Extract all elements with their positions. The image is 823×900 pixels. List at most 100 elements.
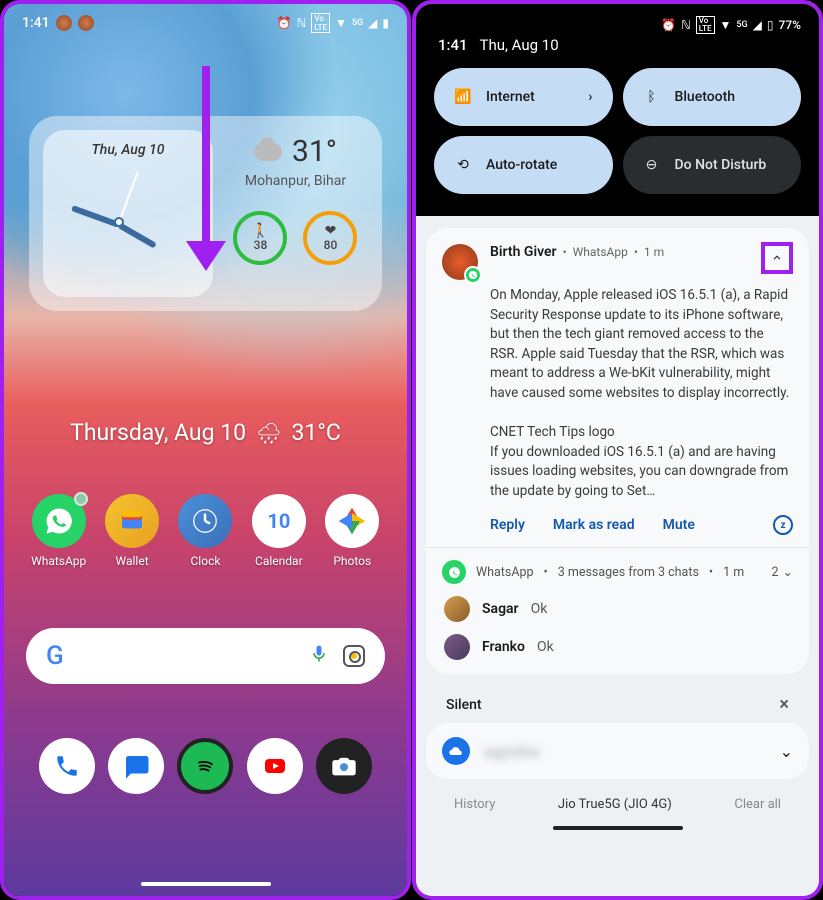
qs-label: Auto-rotate	[486, 157, 557, 173]
dock-youtube[interactable]	[247, 738, 303, 794]
convo-name: Franko	[482, 639, 525, 655]
chevron-down-icon[interactable]: ⌄	[780, 742, 793, 761]
weather-panel[interactable]: 31° Mohanpur, Bihar 🚶 38 ❤ 80	[223, 130, 368, 297]
phone-home-screen: 1:41 ⏰ ℕ VoLTE ▼ 5G ◢ ▮ Thu, Aug 10	[0, 0, 411, 900]
qs-autorotate[interactable]: ⟲ Auto-rotate	[434, 136, 613, 194]
signal-5g-icon: 5G	[736, 20, 747, 30]
group-app: WhatsApp	[476, 565, 534, 580]
qs-dnd[interactable]: ⊖ Do Not Disturb	[623, 136, 802, 194]
swipe-down-arrow-annotation	[196, 66, 216, 271]
app-clock[interactable]: Clock	[172, 494, 238, 568]
app-row: WhatsApp Wallet Clock 10 Calendar	[4, 446, 407, 568]
conversation-item[interactable]: Franko Ok	[444, 634, 793, 660]
dnd-icon: ⊖	[643, 156, 661, 174]
home-wallpaper: 1:41 ⏰ ℕ VoLTE ▼ 5G ◢ ▮ Thu, Aug 10	[4, 4, 407, 896]
notifications-area[interactable]: Birth Giver • WhatsApp • 1 m On Monday, …	[416, 216, 819, 896]
wallet-icon	[105, 494, 159, 548]
snooze-icon[interactable]: z	[773, 515, 793, 535]
silent-notification[interactable]: agyieba ⌄	[426, 723, 809, 779]
whatsapp-icon	[32, 494, 86, 548]
app-whatsapp[interactable]: WhatsApp	[26, 494, 92, 568]
app-label: Clock	[191, 554, 221, 568]
battery-icon: ▯	[767, 18, 774, 32]
location-label: Mohanpur, Bihar	[231, 173, 360, 189]
nfc-icon: ℕ	[297, 16, 307, 30]
heart-ring[interactable]: ❤ 80	[303, 211, 357, 265]
avatar	[444, 634, 470, 660]
notif-body: On Monday, Apple released iOS 16.5.1 (a)…	[490, 286, 793, 501]
bluetooth-icon: ᛒ	[643, 88, 661, 106]
history-button[interactable]: History	[454, 797, 495, 812]
whatsapp-badge-icon	[464, 266, 482, 284]
app-calendar[interactable]: 10 Calendar	[246, 494, 312, 568]
silent-label: Silent	[446, 697, 482, 713]
nfc-icon: ℕ	[681, 18, 691, 32]
heart-points: 80	[324, 238, 338, 252]
dock-messages[interactable]	[108, 738, 164, 794]
wifi-icon: ▼	[335, 16, 347, 30]
battery-icon: ▮	[382, 16, 389, 30]
quick-settings: 📶 Internet › ᛒ Bluetooth ⟲ Auto-rotate ⊖…	[416, 68, 819, 216]
collapse-button[interactable]	[761, 242, 793, 274]
analog-clock[interactable]: Thu, Aug 10	[43, 130, 213, 297]
battery-percent: 77%	[779, 18, 801, 32]
rain-icon: 🌧	[256, 421, 281, 445]
steps-ring[interactable]: 🚶 38	[233, 211, 287, 265]
at-a-glance[interactable]: Thursday, Aug 10 🌧 31°C	[4, 419, 407, 446]
notif-group-header[interactable]: WhatsApp • 3 messages from 3 chats • 1 m…	[442, 560, 793, 584]
app-wallet[interactable]: Wallet	[99, 494, 165, 568]
walk-icon: 🚶	[252, 224, 269, 238]
signal-5g-icon: 5G	[352, 18, 363, 28]
app-label: Photos	[333, 554, 371, 568]
dock-camera[interactable]	[316, 738, 372, 794]
carrier-label: Jio True5G (JIO 4G)	[558, 797, 672, 812]
wifi-icon: 📶	[454, 88, 472, 106]
calendar-icon: 10	[252, 494, 306, 548]
mute-button[interactable]: Mute	[663, 517, 695, 533]
reply-button[interactable]: Reply	[490, 517, 525, 533]
cloud-icon	[254, 143, 282, 161]
widget-date: Thu, Aug 10	[57, 142, 199, 158]
mic-icon[interactable]	[309, 644, 329, 668]
temperature: 31°	[292, 134, 337, 169]
app-label: Wallet	[116, 554, 149, 568]
glance-date: Thursday, Aug 10	[70, 419, 246, 446]
volte-icon: VoLTE	[311, 13, 330, 33]
chevron-down-icon[interactable]: ⌄	[783, 564, 793, 580]
qs-label: Bluetooth	[675, 89, 736, 105]
google-logo-icon: G	[46, 641, 64, 671]
chevron-up-icon	[770, 251, 784, 265]
clear-all-button[interactable]: Clear all	[734, 797, 781, 812]
notif-dot-icon	[74, 492, 88, 506]
close-icon[interactable]: ×	[779, 694, 789, 715]
qs-bluetooth[interactable]: ᛒ Bluetooth	[623, 68, 802, 126]
dock-phone[interactable]	[39, 738, 95, 794]
notif-actions: Reply Mark as read Mute z	[490, 515, 793, 535]
nav-handle[interactable]	[553, 826, 683, 830]
notif-badge-icon	[78, 15, 94, 31]
qs-internet[interactable]: 📶 Internet ›	[434, 68, 613, 126]
shade-header: 1:41 Thu, Aug 10	[416, 36, 819, 68]
group-time: 1 m	[723, 565, 744, 580]
avatar	[444, 596, 470, 622]
conversation-item[interactable]: Sagar Ok	[444, 596, 793, 622]
calendar-day: 10	[267, 509, 290, 533]
group-summary: 3 messages from 3 chats	[558, 565, 699, 580]
google-search-bar[interactable]: G	[26, 628, 385, 684]
silent-section-header: Silent ×	[426, 684, 809, 723]
app-label: WhatsApp	[31, 554, 86, 568]
group-count: 2	[771, 565, 778, 580]
qs-label: Do Not Disturb	[675, 157, 767, 173]
alarm-icon: ⏰	[661, 18, 676, 32]
signal-icon: ◢	[753, 18, 762, 32]
nav-handle[interactable]	[141, 882, 271, 886]
mark-read-button[interactable]: Mark as read	[553, 517, 635, 533]
dock-spotify[interactable]	[177, 738, 233, 794]
notif-app: WhatsApp	[573, 245, 628, 259]
lens-icon[interactable]	[343, 645, 365, 667]
app-photos[interactable]: Photos	[319, 494, 385, 568]
photos-icon	[325, 494, 379, 548]
notif-sender: Birth Giver	[490, 244, 557, 260]
shade-date: Thu, Aug 10	[480, 36, 559, 54]
notification-card[interactable]: Birth Giver • WhatsApp • 1 m On Monday, …	[426, 228, 809, 674]
